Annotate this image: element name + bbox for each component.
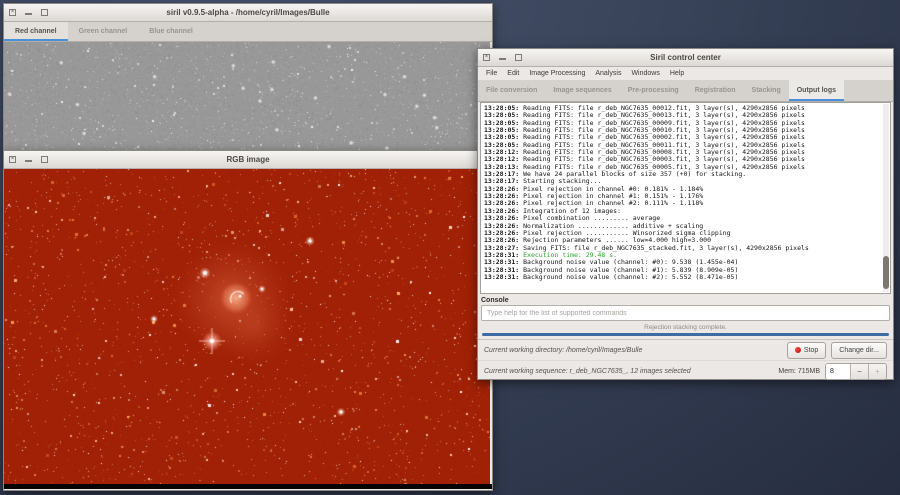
tab-registration[interactable]: Registration [687, 80, 744, 101]
maximize-icon[interactable] [41, 9, 48, 16]
tab-image-sequences[interactable]: Image sequences [545, 80, 619, 101]
tab-green-channel[interactable]: Green channel [68, 22, 139, 41]
log-scrollbar-track[interactable] [883, 104, 889, 292]
menu-windows[interactable]: Windows [626, 70, 664, 77]
output-log-pane: 13:28:05: Reading FITS: file r_deb_NGC76… [480, 102, 891, 294]
window-controls: × [483, 54, 522, 61]
stop-button[interactable]: Stop [787, 342, 826, 359]
control-center-titlebar[interactable]: × Siril control center [478, 49, 893, 67]
rgb-image-window: × RGB image [3, 150, 493, 491]
status-row-directory: Current working directory: /home/cyril/I… [478, 340, 893, 360]
tab-output-logs[interactable]: Output logs [789, 80, 844, 101]
close-icon[interactable]: × [9, 156, 16, 163]
control-center-window: × Siril control center FileEditImage Pro… [477, 48, 894, 380]
working-directory-label: Current working directory: /home/cyril/I… [484, 347, 642, 354]
log-lines: 13:28:05: Reading FITS: file r_deb_NGC76… [481, 103, 890, 281]
rgb-image[interactable] [4, 169, 490, 484]
console-input[interactable] [481, 305, 890, 321]
rgb-window-titlebar[interactable]: × RGB image [4, 151, 492, 169]
console-label: Console [481, 297, 893, 304]
menu-analysis[interactable]: Analysis [590, 70, 626, 77]
siril-main-window: × siril v0.9.5-alpha - /home/cyril/Image… [3, 3, 493, 152]
window-controls: × [9, 9, 48, 16]
menubar: FileEditImage ProcessingAnalysisWindowsH… [478, 67, 893, 80]
log-line: 13:28:31: Background noise value (channe… [484, 274, 880, 281]
log-scrollbar-thumb[interactable] [883, 256, 889, 289]
statusbar: Current working directory: /home/cyril/I… [478, 339, 893, 381]
tab-blue-channel[interactable]: Blue channel [138, 22, 204, 41]
red-channel-image[interactable] [4, 42, 490, 151]
close-icon[interactable]: × [483, 54, 490, 61]
progress-status-text: Rejection stacking complete. [478, 324, 893, 332]
spin-minus-button[interactable]: − [850, 364, 868, 379]
menu-help[interactable]: Help [665, 70, 689, 77]
stop-button-label: Stop [804, 347, 818, 354]
menu-image-processing[interactable]: Image Processing [524, 70, 590, 77]
progress-bar [482, 333, 889, 336]
maximize-icon[interactable] [41, 156, 48, 163]
menu-edit[interactable]: Edit [502, 70, 524, 77]
change-dir-button[interactable]: Change dir... [831, 342, 887, 359]
minimize-icon[interactable] [499, 54, 506, 60]
minimize-icon[interactable] [25, 9, 32, 15]
thread-count-value[interactable]: 8 [826, 364, 850, 379]
spin-plus-button[interactable]: + [868, 364, 886, 379]
close-icon[interactable]: × [9, 9, 16, 16]
tab-red-channel[interactable]: Red channel [4, 22, 68, 41]
stop-record-dot-icon [795, 347, 801, 353]
tab-pre-processing[interactable]: Pre-processing [620, 80, 687, 101]
image-bottom-black-band [4, 484, 492, 489]
tab-file-conversion[interactable]: File conversion [478, 80, 545, 101]
memory-usage-label: Mem: 715MB [778, 368, 820, 375]
window-controls: × [9, 156, 48, 163]
tab-stacking[interactable]: Stacking [744, 80, 789, 101]
status-row-sequence: Current working sequence: r_deb_NGC7635_… [478, 360, 893, 381]
menu-file[interactable]: File [481, 70, 502, 77]
main-window-title: siril v0.9.5-alpha - /home/cyril/Images/… [166, 8, 329, 17]
rgb-window-title: RGB image [226, 155, 269, 164]
control-center-title: Siril control center [650, 53, 721, 62]
main-window-titlebar[interactable]: × siril v0.9.5-alpha - /home/cyril/Image… [4, 4, 492, 22]
working-sequence-label: Current working sequence: r_deb_NGC7635_… [484, 368, 691, 375]
maximize-icon[interactable] [515, 54, 522, 61]
change-dir-label: Change dir... [839, 347, 879, 354]
control-center-tabbar: File conversionImage sequencesPre-proces… [478, 80, 893, 102]
thread-count-spinbox: 8 − + [825, 363, 887, 380]
minimize-icon[interactable] [25, 156, 32, 162]
progress-area: Rejection stacking complete. [478, 324, 893, 336]
channel-tabbar: Red channelGreen channelBlue channel [4, 22, 492, 42]
